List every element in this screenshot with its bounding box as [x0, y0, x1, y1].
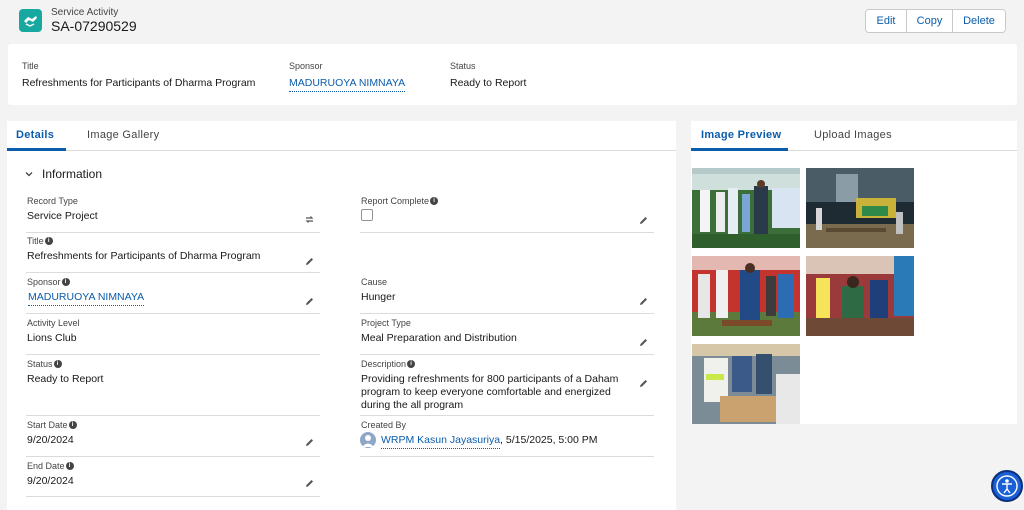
edit-button[interactable]: Edit: [866, 10, 907, 32]
copy-button[interactable]: Copy: [907, 10, 953, 32]
field-start-date: Start Date i 9/20/2024: [26, 420, 320, 457]
activity-level-value: Lions Club: [27, 332, 77, 344]
highlight-sponsor: Sponsor MADURUOYA NIMNAYA: [289, 61, 406, 92]
tab-active-indicator: [691, 148, 788, 151]
images-tabset: Image Preview Upload Images: [691, 121, 1017, 151]
event-photo[interactable]: [692, 256, 800, 336]
report-complete-label: Report Complete: [361, 196, 430, 206]
project-type-value: Meal Preparation and Distribution: [361, 332, 517, 344]
highlight-status-value: Ready to Report: [450, 77, 527, 89]
pencil-icon[interactable]: [638, 337, 649, 348]
end-date-value: 9/20/2024: [27, 475, 74, 487]
pencil-icon[interactable]: [304, 256, 315, 267]
highlight-status: Status Ready to Report: [450, 61, 526, 89]
end-date-label: End Date: [27, 461, 65, 471]
activity-level-label: Activity Level: [27, 318, 80, 328]
highlight-title-value: Refreshments for Participants of Dharma …: [22, 77, 256, 89]
pencil-icon[interactable]: [638, 215, 649, 226]
field-record-type: Record Type Service Project: [26, 196, 320, 233]
highlights-panel: Title Refreshments for Participants of D…: [8, 44, 1017, 105]
info-icon[interactable]: i: [53, 360, 62, 368]
sponsor-label: Sponsor: [27, 277, 61, 287]
service-activity-icon: [19, 9, 42, 32]
field-end-date: End Date i 9/20/2024: [26, 461, 320, 497]
highlight-title: Title Refreshments for Participants of D…: [22, 61, 255, 89]
images-card: Image Preview Upload Images: [691, 121, 1017, 424]
change-record-type-icon[interactable]: [304, 214, 315, 225]
status-label: Status: [27, 359, 53, 369]
tab-upload-images[interactable]: Upload Images: [814, 129, 892, 141]
tab-details[interactable]: Details: [16, 129, 54, 141]
event-photo[interactable]: [806, 168, 914, 248]
event-photo[interactable]: [806, 256, 914, 336]
info-icon[interactable]: i: [407, 360, 416, 368]
record-type-value: Service Project: [27, 210, 98, 222]
info-icon[interactable]: i: [68, 421, 77, 429]
record-type-label: Record Type: [27, 196, 78, 206]
description-value: Providing refreshments for 800 participa…: [361, 373, 619, 411]
record-name: SA-07290529: [51, 18, 137, 34]
description-label: Description: [361, 359, 407, 369]
tab-image-gallery[interactable]: Image Gallery: [87, 129, 159, 141]
cause-label: Cause: [361, 277, 388, 287]
tab-image-preview[interactable]: Image Preview: [701, 129, 781, 141]
cause-value: Hunger: [361, 291, 396, 303]
title-value: Refreshments for Participants of Dharma …: [27, 250, 261, 262]
pencil-icon[interactable]: [304, 437, 315, 448]
info-icon[interactable]: i: [44, 237, 53, 245]
action-button-group: Edit Copy Delete: [865, 9, 1006, 33]
details-card: Details Image Gallery Information Record…: [7, 121, 676, 510]
section-title: Information: [42, 167, 103, 181]
highlight-title-label: Title: [22, 61, 39, 71]
pencil-icon[interactable]: [304, 296, 315, 307]
created-by-timestamp: , 5/15/2025, 5:00 PM: [500, 434, 598, 446]
record-header: Service Activity SA-07290529 Edit Copy D…: [0, 0, 1024, 43]
delete-button[interactable]: Delete: [953, 10, 1005, 32]
tab-active-indicator: [7, 148, 66, 151]
info-icon[interactable]: i: [65, 462, 74, 470]
project-type-label: Project Type: [361, 318, 411, 328]
created-by-label: Created By: [361, 420, 407, 430]
report-complete-checkbox[interactable]: [361, 209, 373, 221]
info-icon[interactable]: i: [430, 197, 439, 205]
field-cause: Cause Hunger: [360, 277, 654, 314]
field-status: Status i Ready to Report: [26, 359, 320, 416]
created-by-user-link[interactable]: WRPM Kasun Jayasuriya: [381, 434, 501, 449]
title-label: Title: [27, 236, 44, 246]
user-avatar: [360, 432, 376, 448]
field-sponsor: Sponsor i MADURUOYA NIMNAYA: [26, 277, 320, 314]
event-photo[interactable]: [692, 344, 800, 424]
highlight-sponsor-link[interactable]: MADURUOYA NIMNAYA: [289, 77, 406, 92]
information-section-header[interactable]: Information: [25, 167, 102, 181]
field-title: Title i Refreshments for Participants of …: [26, 236, 320, 273]
start-date-value: 9/20/2024: [27, 434, 74, 446]
event-photo[interactable]: [692, 168, 800, 248]
status-value: Ready to Report: [27, 373, 104, 385]
info-icon[interactable]: i: [61, 278, 70, 286]
highlight-sponsor-label: Sponsor: [289, 61, 323, 71]
accessibility-icon: [996, 475, 1018, 497]
field-activity-level: Activity Level Lions Club: [26, 318, 320, 355]
field-report-complete: Report Complete i: [360, 196, 654, 233]
details-tabset: Details Image Gallery: [7, 121, 676, 151]
highlight-status-label: Status: [450, 61, 476, 71]
field-created-by: Created By WRPM Kasun Jayasuriya, 5/15/2…: [360, 420, 654, 457]
object-label: Service Activity: [51, 7, 119, 18]
sponsor-link[interactable]: MADURUOYA NIMNAYA: [28, 291, 145, 306]
field-description: Description i Providing refreshments for …: [360, 359, 654, 416]
pencil-icon[interactable]: [638, 378, 649, 389]
field-project-type: Project Type Meal Preparation and Distri…: [360, 318, 654, 355]
pencil-icon[interactable]: [638, 296, 649, 307]
pencil-icon[interactable]: [304, 478, 315, 489]
chevron-down-icon: [25, 170, 33, 178]
start-date-label: Start Date: [27, 420, 68, 430]
accessibility-button[interactable]: [991, 470, 1023, 502]
